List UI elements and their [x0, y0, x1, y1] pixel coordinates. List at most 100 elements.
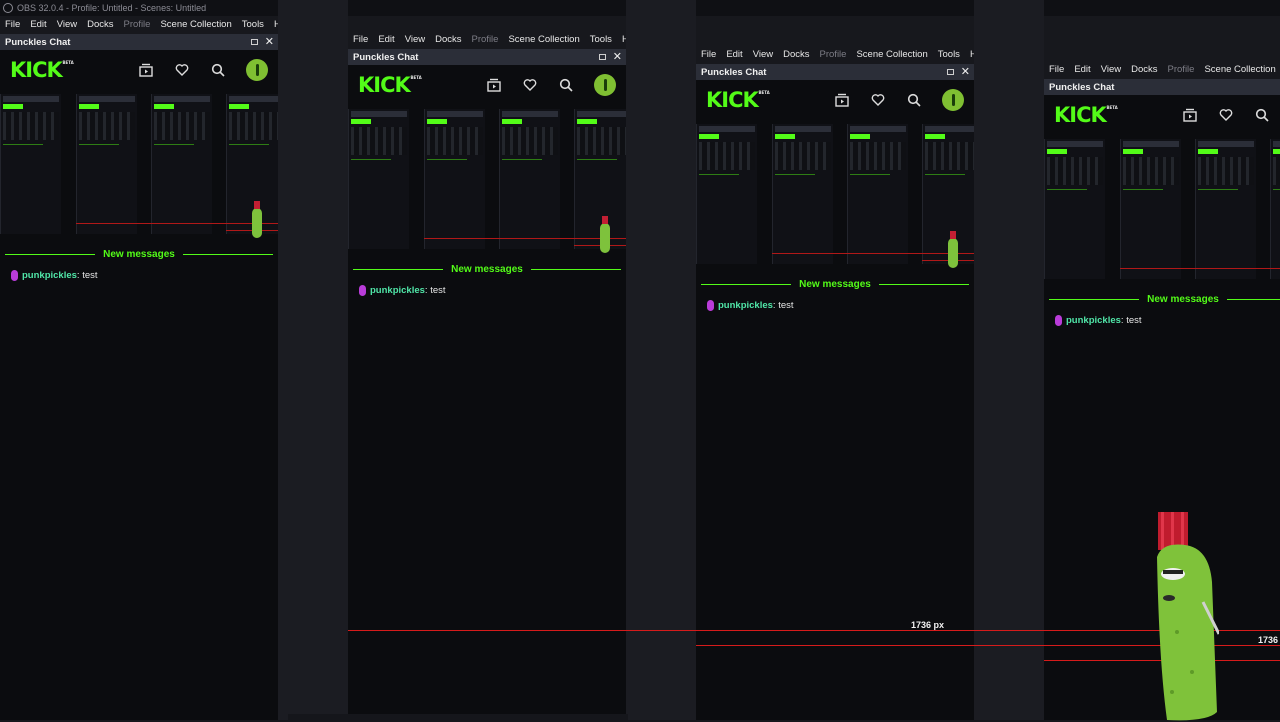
- kick-logo[interactable]: KICK BETA: [706, 88, 770, 112]
- dock-title: Punckles Chat: [701, 66, 767, 78]
- browse-icon[interactable]: [1182, 107, 1198, 123]
- menu-view[interactable]: View: [1101, 64, 1121, 75]
- chat-username[interactable]: punkpickles: [370, 285, 425, 296]
- menubar-3: File Edit View Docks Profile Scene Colle…: [696, 46, 980, 62]
- heart-icon[interactable]: [174, 62, 190, 78]
- menu-profile[interactable]: Profile: [124, 19, 151, 30]
- menu-view[interactable]: View: [405, 34, 425, 45]
- menu-file[interactable]: File: [5, 19, 20, 30]
- search-icon[interactable]: [1254, 107, 1270, 123]
- new-messages-divider: New messages: [1044, 294, 1280, 305]
- menu-tools[interactable]: Tools: [242, 19, 264, 30]
- chat-username[interactable]: punkpickles: [22, 270, 77, 281]
- menu-view[interactable]: View: [753, 49, 773, 60]
- gap-strip-1: [278, 0, 348, 720]
- menu-docks[interactable]: Docks: [783, 49, 809, 60]
- avatar[interactable]: [246, 59, 268, 81]
- chat-username[interactable]: punkpickles: [1066, 315, 1121, 326]
- kick-logo[interactable]: KICK BETA: [10, 58, 74, 82]
- menu-file[interactable]: File: [1049, 64, 1064, 75]
- kick-header: KICK BETA: [1044, 95, 1280, 135]
- recursive-preview: [696, 120, 974, 275]
- chat-message: punkpickles: test: [11, 270, 278, 281]
- browse-icon[interactable]: [138, 62, 154, 78]
- float-icon[interactable]: [250, 39, 258, 45]
- menubar-2: File Edit View Docks Profile Scene Colle…: [348, 31, 632, 47]
- menu-profile[interactable]: Profile: [472, 34, 499, 45]
- heart-icon[interactable]: [870, 92, 886, 108]
- float-icon[interactable]: [598, 54, 606, 60]
- close-icon[interactable]: ✕: [265, 37, 274, 48]
- heart-icon[interactable]: [1218, 107, 1234, 123]
- chat-text: test: [79, 270, 98, 281]
- gap-strip-2: [626, 0, 696, 720]
- avatar[interactable]: [942, 89, 964, 111]
- new-messages-divider: New messages: [348, 264, 626, 275]
- chat-text: test: [1123, 315, 1142, 326]
- menu-scene-collection[interactable]: Scene Collection: [856, 49, 927, 60]
- kick-logo[interactable]: KICK BETA: [358, 73, 422, 97]
- heart-icon[interactable]: [522, 77, 538, 93]
- menu-edit[interactable]: Edit: [30, 19, 46, 30]
- chat-text: test: [427, 285, 446, 296]
- obs-icon: [3, 3, 13, 13]
- recursive-preview: [348, 105, 626, 260]
- browse-icon[interactable]: [486, 77, 502, 93]
- menu-docks[interactable]: Docks: [87, 19, 113, 30]
- dock-title: Punckles Chat: [5, 36, 71, 48]
- chat-username[interactable]: punkpickles: [718, 300, 773, 311]
- menu-file[interactable]: File: [353, 34, 368, 45]
- measure-label: 1736 px: [911, 620, 945, 630]
- window-title: OBS 32.0.4 - Profile: Untitled - Scenes:…: [17, 3, 207, 13]
- search-icon[interactable]: [210, 62, 226, 78]
- dock-header: Punckles Chat ✕: [0, 34, 278, 50]
- float-icon[interactable]: [946, 69, 954, 75]
- measure-line: [348, 630, 1280, 631]
- menu-scene-collection[interactable]: Scene Collection: [160, 19, 231, 30]
- avatar[interactable]: [594, 74, 616, 96]
- menu-docks[interactable]: Docks: [1131, 64, 1157, 75]
- menu-view[interactable]: View: [57, 19, 77, 30]
- kick-logo[interactable]: KICK BETA: [1054, 103, 1118, 127]
- browse-icon[interactable]: [834, 92, 850, 108]
- menu-docks[interactable]: Docks: [435, 34, 461, 45]
- kick-header: KICK BETA: [348, 65, 626, 105]
- new-messages-divider: New messages: [0, 249, 278, 260]
- dock-title: Punckles Chat: [1049, 81, 1115, 93]
- status-bar: [288, 714, 628, 720]
- menu-tools[interactable]: Tools: [590, 34, 612, 45]
- user-badge-icon: [359, 285, 366, 296]
- menu-file[interactable]: File: [701, 49, 716, 60]
- close-icon[interactable]: ✕: [613, 52, 622, 63]
- recursive-preview: [1044, 135, 1280, 290]
- user-badge-icon: [1055, 315, 1062, 326]
- menu-profile[interactable]: Profile: [820, 49, 847, 60]
- dock-header: Punckles Chat ✕: [1044, 79, 1280, 95]
- menu-edit[interactable]: Edit: [726, 49, 742, 60]
- menu-tools[interactable]: Tools: [938, 49, 960, 60]
- menu-scene-collection[interactable]: Scene Collection: [1204, 64, 1275, 75]
- chat-message: punkpickles: test: [1055, 315, 1280, 326]
- search-icon[interactable]: [906, 92, 922, 108]
- menu-edit[interactable]: Edit: [1074, 64, 1090, 75]
- user-badge-icon: [707, 300, 714, 311]
- chat-message: punkpickles: test: [359, 285, 626, 296]
- search-icon[interactable]: [558, 77, 574, 93]
- user-badge-icon: [11, 270, 18, 281]
- new-messages-divider: New messages: [696, 279, 974, 290]
- dock-title: Punckles Chat: [353, 51, 419, 63]
- gap-strip-3: [974, 0, 1044, 720]
- pickle-mascot-image: [1157, 512, 1219, 721]
- measure-label-cut: 1736: [1258, 635, 1279, 645]
- menu-scene-collection[interactable]: Scene Collection: [508, 34, 579, 45]
- kick-header: KICK BETA: [0, 50, 278, 90]
- chat-dock-2: Punckles Chat ✕ KICK BETA New messages pu…: [348, 49, 626, 720]
- recursive-preview: [0, 90, 278, 245]
- chat-dock-1: Punckles Chat ✕ KICK BETA New messages pu…: [0, 34, 278, 720]
- menu-profile[interactable]: Profile: [1168, 64, 1195, 75]
- dock-header: Punckles Chat ✕: [696, 64, 974, 80]
- menubar-4: File Edit View Docks Profile Scene Colle…: [1044, 61, 1280, 77]
- close-icon[interactable]: ✕: [961, 67, 970, 78]
- chat-message: punkpickles: test: [707, 300, 974, 311]
- menu-edit[interactable]: Edit: [378, 34, 394, 45]
